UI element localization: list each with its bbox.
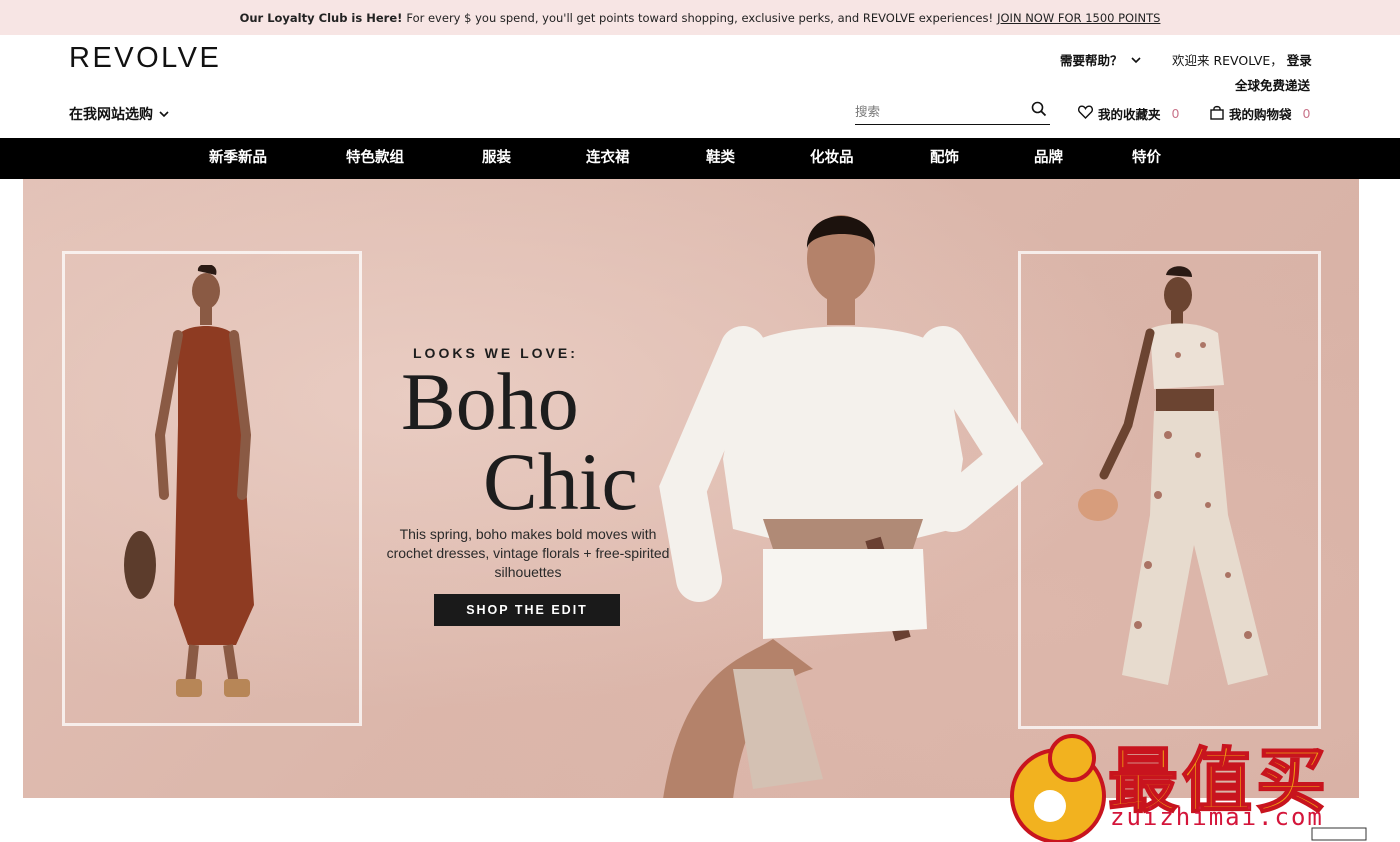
hero-title-line2: Chic <box>483 436 638 527</box>
bag-label: 我的购物袋 <box>1229 107 1292 122</box>
promo-join-link[interactable]: JOIN NOW FOR 1500 POINTS <box>997 11 1160 25</box>
nav-item-sale[interactable]: 特价 <box>1132 138 1161 179</box>
help-label: 需要帮助？ <box>1060 53 1123 68</box>
chevron-down-icon <box>1130 52 1141 67</box>
wishlist-link[interactable]: 我的收藏夹 0 <box>1078 104 1179 123</box>
wishlist-count: 0 <box>1171 106 1180 121</box>
main-nav: 新季新品 特色款组 服装 连衣裙 鞋类 化妆品 配饰 品牌 特价 <box>0 138 1400 179</box>
free-shipping-text: 全球免费递送 <box>1234 78 1310 93</box>
country-selector-label: 在我网站选购 <box>69 107 153 123</box>
search-icon[interactable] <box>1031 101 1047 121</box>
nav-item-accessories[interactable]: 配饰 <box>930 138 959 179</box>
hero-title-line1: Boho <box>401 356 579 447</box>
model-crochet-dress-image <box>124 265 254 697</box>
nav-item-dresses[interactable]: 连衣裙 <box>586 138 630 179</box>
bag-count: 0 <box>1302 106 1311 121</box>
bag-icon <box>1210 105 1224 123</box>
watermark-url: zuizhimai.com <box>1110 803 1324 831</box>
promo-bar: Our Loyalty Club is Here! For every $ yo… <box>0 0 1400 35</box>
welcome-message: 欢迎来 REVOLVE， 登录 <box>1172 50 1312 69</box>
hero-banner[interactable]: LOOKS WE LOVE: Boho Chic This spring, bo… <box>23 179 1359 798</box>
search-bar <box>855 98 1050 125</box>
promo-headline: Our Loyalty Club is Here! <box>239 10 403 25</box>
nav-item-brands[interactable]: 品牌 <box>1034 138 1063 179</box>
hero-description: This spring, boho makes bold moves with … <box>386 526 670 580</box>
promo-text: For every $ you spend, you'll get points… <box>406 10 994 25</box>
nav-item-beauty[interactable]: 化妆品 <box>810 138 854 179</box>
wishlist-label: 我的收藏夹 <box>1098 107 1161 122</box>
nav-item-clothing[interactable]: 服装 <box>482 138 511 179</box>
shop-the-edit-button[interactable]: SHOP THE EDIT <box>434 594 620 626</box>
login-link[interactable]: 登录 <box>1287 53 1312 68</box>
model-floral-set-image <box>1078 266 1268 685</box>
nav-item-shoes[interactable]: 鞋类 <box>706 138 735 179</box>
help-menu[interactable]: 需要帮助？ <box>1060 50 1141 69</box>
welcome-text: 欢迎来 REVOLVE， <box>1172 53 1283 68</box>
chevron-down-icon <box>159 106 169 122</box>
search-input[interactable] <box>855 103 1025 119</box>
site-logo[interactable]: REVOLVE <box>69 42 221 75</box>
shopping-bag-link[interactable]: 我的购物袋 0 <box>1210 104 1310 123</box>
heart-icon <box>1078 105 1093 122</box>
country-selector[interactable]: 在我网站选购 <box>69 104 169 124</box>
nav-item-featured[interactable]: 特色款组 <box>346 138 404 179</box>
model-white-blouse-image <box>659 215 1043 798</box>
nav-item-new-arrivals[interactable]: 新季新品 <box>209 138 267 179</box>
